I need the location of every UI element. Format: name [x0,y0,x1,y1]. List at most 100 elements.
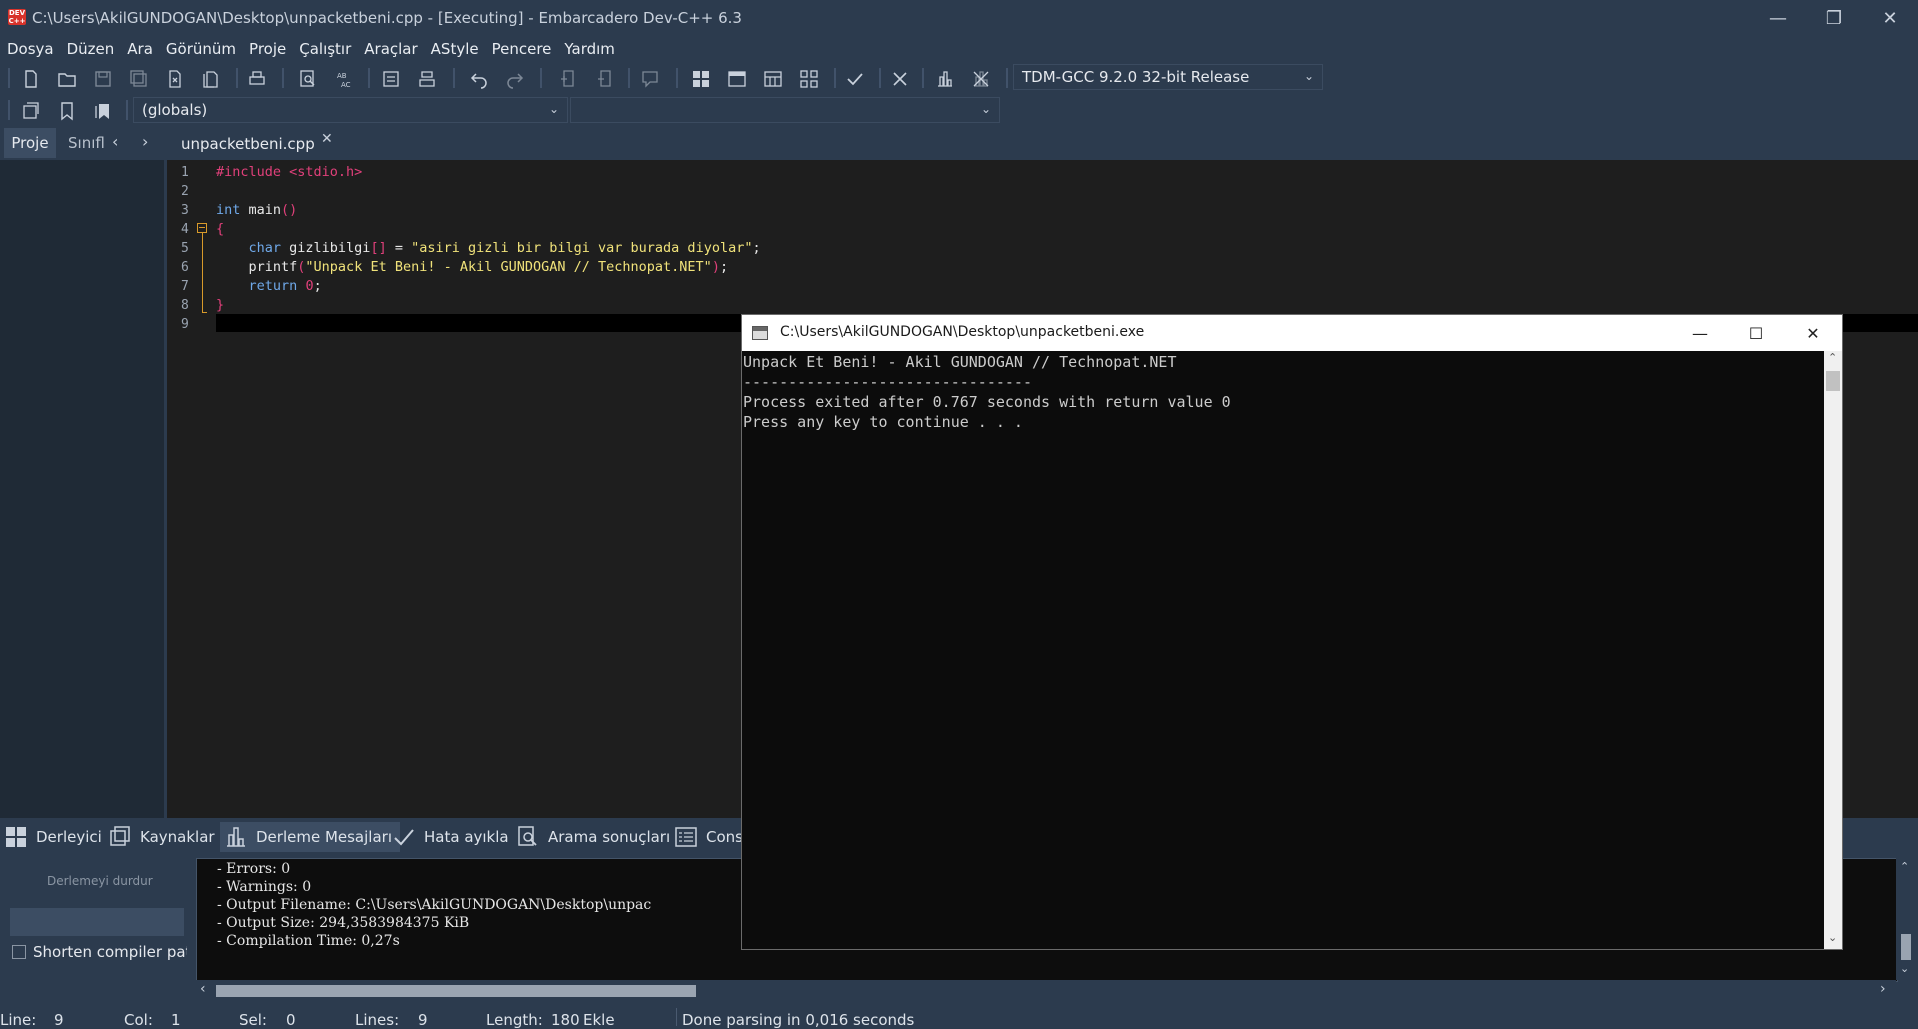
tab-derleme-mesajlari[interactable]: Derleme Mesajları [220,822,400,852]
search-icon [518,826,537,846]
status-lines-label: Lines: [355,1011,400,1029]
tab-unpacketbeni[interactable]: unpacketbeni.cpp [172,128,332,160]
toolbar-separator [8,68,10,88]
insert-snippet-icon[interactable] [19,100,43,122]
scroll-right-icon[interactable]: › [1880,981,1886,997]
open-folder-icon[interactable] [55,68,79,90]
status-col-value: 1 [171,1011,181,1029]
goto-bookmark-icon[interactable] [91,100,115,122]
replace-icon[interactable]: AB AC [333,68,357,90]
fold-line [202,233,203,313]
indent-icon[interactable] [379,68,403,90]
menu-duzen[interactable]: Düzen [60,40,121,58]
line-number: 5 [181,241,189,256]
undo-icon[interactable] [467,68,491,90]
run-icon[interactable] [725,68,749,90]
new-file-icon[interactable] [19,68,43,90]
menu-bar: Dosya Düzen Ara Görünüm Proje Çalıştır A… [0,36,1918,62]
clean-icon[interactable] [888,68,912,90]
log-horizontal-scrollbar[interactable]: ‹ › [196,980,1896,1000]
rebuild-all-icon[interactable] [797,68,821,90]
menu-araclar[interactable]: Araçlar [357,40,423,58]
restore-icon[interactable]: ❐ [1806,0,1862,36]
tab-proje[interactable]: Proje [4,128,56,158]
scroll-down-icon[interactable]: ⌄ [1900,962,1909,975]
print-icon[interactable] [245,68,269,90]
shorten-paths-checkbox[interactable] [12,945,26,959]
redo-icon[interactable] [503,68,527,90]
project-tree[interactable] [0,160,167,818]
remove-from-project-icon[interactable] [593,68,617,90]
close-all-icon[interactable] [199,68,223,90]
console-close-icon[interactable]: ✕ [1785,315,1841,351]
devcpp-logo-icon: DEV C++ [8,9,26,25]
stop-compile-button[interactable]: Derlemeyi durdur [47,874,153,888]
syntax-check-icon[interactable] [843,68,867,90]
console-title-bar[interactable]: C:\Users\AkilGUNDOGAN\Desktop\unpacketbe… [742,315,1842,351]
save-all-icon[interactable] [127,68,151,90]
line-number: 6 [181,260,189,275]
scroll-up-icon[interactable]: ⌃ [1900,860,1909,873]
scroll-thumb[interactable] [216,985,696,997]
scroll-up-icon[interactable]: ⌃ [1828,351,1837,364]
menu-calistir[interactable]: Çalıştır [292,40,357,58]
compiler-select[interactable]: TDM-GCC 9.2.0 32-bit Release ⌄ [1013,64,1323,90]
menu-pencere[interactable]: Pencere [485,40,558,58]
scroll-thumb[interactable] [1901,934,1911,960]
scope-select-value: (globals) [142,101,208,119]
scope-select[interactable]: (globals) ⌄ [133,97,568,123]
close-file-icon[interactable] [163,68,187,90]
console-maximize-icon[interactable]: ☐ [1728,315,1784,351]
find-icon[interactable] [296,68,320,90]
tab-hata-ayikla[interactable]: Hata ayıkla [392,822,509,852]
check-icon [394,829,414,846]
status-line-value: 9 [54,1011,64,1029]
tab-derleyici[interactable]: Derleyici [4,822,102,852]
close-icon[interactable]: ✕ [1862,0,1918,36]
code-line-7: return 0; [248,278,322,294]
tab-arama-sonuclari[interactable]: Arama sonuçları [516,822,670,852]
toolbar-separator [236,68,238,88]
log-vertical-scrollbar[interactable]: ⌃ ⌄ [1896,858,1916,980]
menu-proje[interactable]: Proje [242,40,292,58]
menu-ara[interactable]: Ara [120,40,159,58]
toolbar-separator [1006,68,1008,88]
line-number: 2 [181,184,189,199]
menu-gorunum[interactable]: Görünüm [159,40,242,58]
toolbar-separator [540,68,542,88]
compile-run-icon[interactable] [761,68,785,90]
save-icon[interactable] [91,68,115,90]
console-scrollbar[interactable]: ⌃ ⌄ [1824,351,1842,949]
chevron-left-icon[interactable]: ‹ [112,132,118,151]
menu-dosya[interactable]: Dosya [0,40,60,58]
code-line-5: char gizlibilgi[] = "asiri gizli bir bil… [248,240,761,256]
scroll-thumb[interactable] [1826,371,1840,391]
fold-minus-icon[interactable] [197,223,207,233]
add-to-project-icon[interactable] [556,68,580,90]
tab-console[interactable]: Cons [674,822,743,852]
scroll-down-icon[interactable]: ⌄ [1828,931,1837,944]
console-minimize-icon[interactable]: — [1672,315,1728,351]
compile-icon[interactable] [689,68,713,90]
project-options-icon[interactable] [638,68,662,90]
toolbar-separator [834,68,836,88]
status-col-label: Col: [124,1011,153,1029]
function-select[interactable]: ⌄ [570,97,1000,123]
toolbar-separator [879,68,881,88]
tab-label: unpacketbeni.cpp [181,135,315,153]
tab-kaynaklar[interactable]: Kaynaklar [108,822,215,852]
menu-astyle[interactable]: AStyle [424,40,485,58]
toolbar-separator [453,68,455,88]
console-window[interactable]: C:\Users\AkilGUNDOGAN\Desktop\unpacketbe… [741,314,1843,950]
chevron-right-icon[interactable]: › [142,132,148,151]
close-tab-icon[interactable]: ✕ [321,131,333,147]
goto-line-icon[interactable] [415,68,439,90]
minimize-icon[interactable]: — [1750,0,1806,36]
menu-yardim[interactable]: Yardım [557,40,621,58]
profile-icon[interactable] [933,68,957,90]
toggle-bookmark-icon[interactable] [55,100,79,122]
tab-siniflar[interactable]: Sınıfl [68,134,106,152]
tab-console-label: Cons [706,828,743,846]
delete-profile-icon[interactable] [969,68,993,90]
scroll-left-icon[interactable]: ‹ [200,981,206,997]
